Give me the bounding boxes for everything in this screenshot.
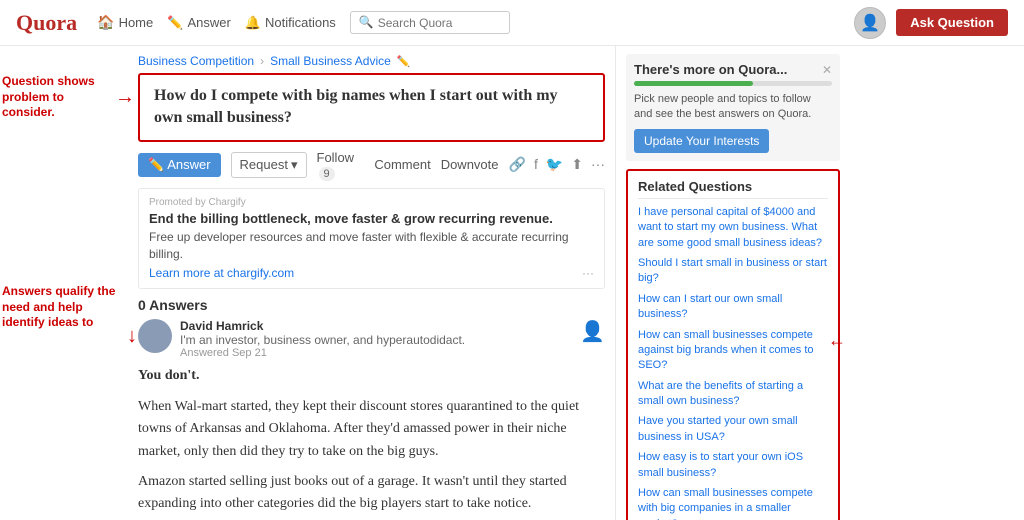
author-name[interactable]: David Hamrick bbox=[180, 319, 572, 333]
author-date: Answered Sep 21 bbox=[180, 347, 572, 359]
related-item-6[interactable]: How easy is to start your own iOS small … bbox=[638, 450, 828, 481]
search-box[interactable]: 🔍 bbox=[350, 11, 510, 34]
home-label: Home bbox=[119, 15, 154, 30]
related-item-3: How can small businesses compete against… bbox=[638, 328, 828, 374]
more-on-quora-box: There's more on Quora... ✕ Pick new peop… bbox=[626, 54, 840, 161]
request-button[interactable]: Request ▾ bbox=[231, 152, 307, 178]
related-item-1[interactable]: Should I start small in business or star… bbox=[638, 256, 828, 287]
more-on-quora-header: There's more on Quora... ✕ bbox=[634, 62, 832, 77]
question-box: How do I compete with big names when I s… bbox=[138, 73, 605, 142]
right-panel: There's more on Quora... ✕ Pick new peop… bbox=[615, 46, 850, 520]
promo-desc: Free up developer resources and move fas… bbox=[149, 229, 594, 263]
left-panel: Question shows problem to consider. → An… bbox=[0, 46, 615, 520]
social-share-icons: 🔗 f 🐦 ⬆ ··· bbox=[509, 156, 606, 173]
notifications-label: Notifications bbox=[265, 15, 336, 30]
answer-bold: You don't. bbox=[138, 368, 199, 383]
related-questions-box: Related Questions I have personal capita… bbox=[626, 169, 840, 520]
follow-count-badge: 9 bbox=[319, 167, 335, 181]
header-right: 👤 Ask Question bbox=[854, 7, 1008, 39]
user-avatar-button[interactable]: 👤 bbox=[854, 7, 886, 39]
answer-button[interactable]: ✏️ Answer bbox=[138, 153, 221, 177]
answer-para-2: Amazon started selling just books out of… bbox=[138, 471, 605, 516]
promo-more-icon[interactable]: ··· bbox=[582, 266, 594, 280]
answer-para-1: When Wal-mart started, they kept their d… bbox=[138, 396, 605, 463]
related-item-0[interactable]: I have personal capital of $4000 and wan… bbox=[638, 205, 828, 251]
follow-button[interactable]: Follow 9 bbox=[317, 150, 365, 180]
nav-home[interactable]: 🏠 Home bbox=[97, 14, 153, 31]
notification-icon: 🔔 bbox=[245, 15, 261, 31]
related-title: Related Questions bbox=[638, 179, 828, 199]
annotation-question: Question shows problem to consider. → bbox=[2, 74, 117, 121]
share-link-icon[interactable]: 🔗 bbox=[509, 156, 526, 173]
author-info: David Hamrick I'm an investor, business … bbox=[180, 319, 572, 359]
answer-icon: ✏️ bbox=[167, 15, 183, 31]
related-item-7[interactable]: How can small businesses compete with bi… bbox=[638, 486, 828, 520]
breadcrumb-edit-icon[interactable]: ✏️ bbox=[397, 55, 411, 68]
progress-bar-container bbox=[634, 81, 832, 86]
more-on-quora-desc: Pick new people and topics to follow and… bbox=[634, 92, 832, 123]
author-follow-icon[interactable]: 👤 bbox=[580, 319, 605, 344]
more-share-icon[interactable]: ⬆ bbox=[571, 156, 583, 173]
pencil-icon: ✏️ bbox=[148, 157, 164, 173]
nav-answer[interactable]: ✏️ Answer bbox=[167, 15, 231, 31]
promo-box: Promoted by Chargify End the billing bot… bbox=[138, 188, 605, 290]
related-item-2[interactable]: How can I start our own small business? bbox=[638, 292, 828, 323]
ask-question-button[interactable]: Ask Question bbox=[896, 9, 1008, 36]
action-bar: ✏️ Answer Request ▾ Follow 9 Comment Dow… bbox=[138, 150, 605, 180]
breadcrumb-business[interactable]: Business Competition bbox=[138, 54, 254, 68]
annotation-answers: Answers qualify the need and help identi… bbox=[2, 284, 127, 331]
related-item-5[interactable]: Have you started your own small business… bbox=[638, 414, 828, 445]
breadcrumb-small-business[interactable]: Small Business Advice bbox=[270, 54, 391, 68]
author-desc: I'm an investor, business owner, and hyp… bbox=[180, 333, 572, 347]
arrow-related: ← bbox=[828, 330, 846, 351]
progress-bar bbox=[634, 81, 753, 86]
more-on-quora-title: There's more on Quora... bbox=[634, 62, 787, 77]
facebook-icon[interactable]: f bbox=[534, 156, 538, 173]
promo-title: End the billing bottleneck, move faster … bbox=[149, 211, 594, 226]
arrow2: ↓ bbox=[127, 323, 137, 349]
twitter-icon[interactable]: 🐦 bbox=[546, 156, 563, 173]
author-avatar bbox=[138, 319, 172, 353]
answer-para-0: You don't. bbox=[138, 365, 605, 387]
answer-nav-label: Answer bbox=[187, 15, 230, 30]
search-icon: 🔍 bbox=[359, 15, 374, 30]
close-icon[interactable]: ✕ bbox=[822, 63, 832, 77]
downvote-button[interactable]: Downvote bbox=[441, 157, 499, 172]
answers-count: 0 Answers bbox=[138, 297, 605, 313]
logo[interactable]: Quora bbox=[16, 10, 77, 36]
header: Quora 🏠 Home ✏️ Answer 🔔 Notifications 🔍… bbox=[0, 0, 1024, 46]
update-interests-button[interactable]: Update Your Interests bbox=[634, 129, 769, 153]
arrow1: → bbox=[115, 84, 135, 110]
main-container: Question shows problem to consider. → An… bbox=[0, 46, 1024, 520]
search-input[interactable] bbox=[378, 16, 498, 30]
answers-section: 0 Answers David Hamrick I'm an investor,… bbox=[138, 297, 605, 520]
answer-body: You don't. When Wal-mart started, they k… bbox=[138, 365, 605, 520]
answer-author-row: David Hamrick I'm an investor, business … bbox=[138, 319, 605, 359]
ellipsis-icon[interactable]: ··· bbox=[591, 156, 605, 173]
related-item-4[interactable]: What are the benefits of starting a smal… bbox=[638, 379, 828, 410]
breadcrumb-sep: › bbox=[260, 54, 264, 68]
question-text: How do I compete with big names when I s… bbox=[154, 85, 589, 130]
breadcrumbs: Business Competition › Small Business Ad… bbox=[138, 54, 605, 68]
promo-link[interactable]: Learn more at chargify.com bbox=[149, 266, 294, 280]
home-icon: 🏠 bbox=[97, 14, 114, 31]
promo-label: Promoted by Chargify bbox=[149, 197, 594, 208]
dropdown-icon: ▾ bbox=[291, 157, 298, 173]
nav-notifications[interactable]: 🔔 Notifications bbox=[245, 15, 336, 31]
comment-button[interactable]: Comment bbox=[374, 157, 430, 172]
